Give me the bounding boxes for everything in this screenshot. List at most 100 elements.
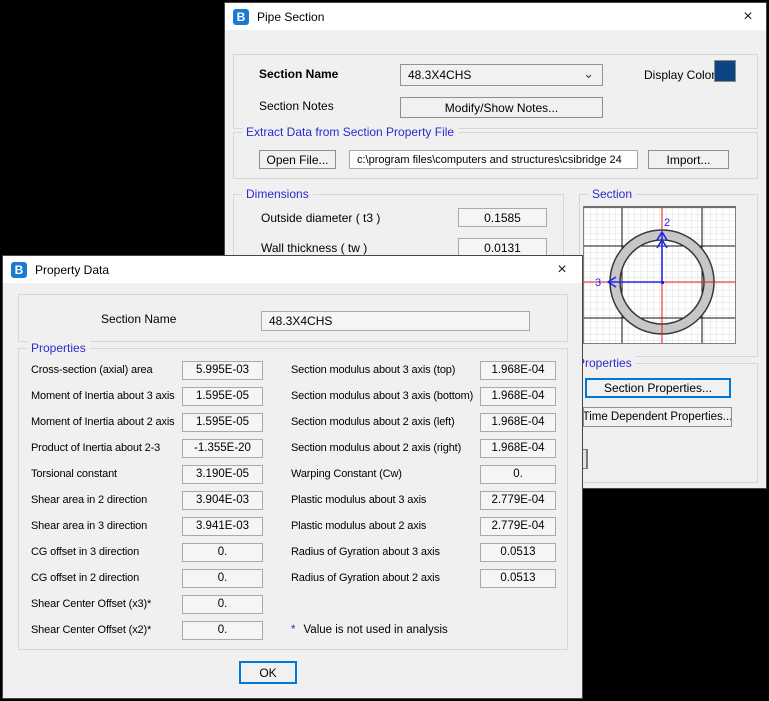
section-name-dropdown[interactable]: 48.3X4CHS ⌄: [400, 64, 603, 86]
property-label: Plastic modulus about 3 axis: [291, 494, 480, 506]
property-value-field[interactable]: 2.779E-04: [480, 517, 556, 536]
property-data-dialog: B Property Data × Section Name 48.3X4CHS…: [2, 255, 583, 699]
property-label: Moment of Inertia about 3 axis: [31, 390, 182, 402]
property-row: Product of Inertia about 2-3-1.355E-20: [31, 435, 263, 461]
outside-diameter-field[interactable]: 0.1585: [458, 208, 547, 227]
property-label: Radius of Gyration about 3 axis: [291, 546, 480, 558]
footnote: * Value is not used in analysis: [291, 624, 448, 636]
property-label: Section modulus about 2 axis (left): [291, 416, 480, 428]
property-value-field[interactable]: 0.: [182, 569, 263, 588]
property-value-field[interactable]: 1.968E-04: [480, 361, 556, 380]
close-icon[interactable]: ×: [546, 256, 578, 283]
property-value-field[interactable]: 1.595E-05: [182, 387, 263, 406]
property-label: Shear area in 2 direction: [31, 494, 182, 506]
extract-data-group-title: Extract Data from Section Property File: [242, 125, 458, 140]
footnote-text: Value is not used in analysis: [303, 624, 447, 636]
property-label: Cross-section (axial) area: [31, 364, 182, 376]
section-name-value: 48.3X4CHS: [408, 68, 471, 82]
property-value-field[interactable]: 1.968E-04: [480, 439, 556, 458]
close-icon[interactable]: ×: [732, 3, 764, 30]
property-row: Moment of Inertia about 3 axis1.595E-05: [31, 383, 263, 409]
property-label: Section modulus about 3 axis (top): [291, 364, 480, 376]
property-row: Moment of Inertia about 2 axis1.595E-05: [31, 409, 263, 435]
property-value-field[interactable]: 1.595E-05: [182, 413, 263, 432]
section-group-title: Section: [588, 187, 636, 202]
property-row: Shear area in 2 direction3.904E-03: [31, 487, 263, 513]
time-dependent-properties-button[interactable]: Time Dependent Properties...: [583, 407, 732, 427]
property-value-field[interactable]: 0.0513: [480, 543, 556, 562]
file-path-field[interactable]: c:\program files\computers and structure…: [349, 150, 638, 169]
pipe-section-title: Pipe Section: [257, 10, 324, 24]
property-data-titlebar[interactable]: B Property Data: [3, 256, 582, 283]
axis-3-label: 3: [595, 277, 601, 289]
chevron-down-icon: ⌄: [583, 66, 594, 82]
property-row: CG offset in 2 direction0.: [31, 565, 263, 591]
properties-right-column: Section modulus about 3 axis (top)1.968E…: [291, 357, 556, 591]
property-label: Shear Center Offset (x3)*: [31, 598, 182, 610]
property-label: Shear Center Offset (x2)*: [31, 624, 182, 636]
property-row: Plastic modulus about 2 axis2.779E-04: [291, 513, 556, 539]
section-name-label: Section Name: [259, 67, 338, 81]
dimensions-group-title: Dimensions: [242, 187, 313, 202]
property-label: Section modulus about 3 axis (bottom): [291, 390, 480, 402]
property-label: Shear area in 3 direction: [31, 520, 182, 532]
property-row: Section modulus about 2 axis (right)1.96…: [291, 435, 556, 461]
pipe-section-drawing: 2 3: [583, 206, 736, 344]
pipe-section-svg: 2 3: [584, 208, 735, 343]
property-row: Section modulus about 3 axis (top)1.968E…: [291, 357, 556, 383]
property-value-field[interactable]: -1.355E-20: [182, 439, 263, 458]
import-button[interactable]: Import...: [648, 150, 729, 169]
csibridge-logo-icon: B: [233, 9, 249, 25]
wall-thickness-label: Wall thickness ( tw ): [261, 241, 367, 255]
property-row: CG offset in 3 direction0.: [31, 539, 263, 565]
section-name-label: Section Name: [101, 312, 176, 326]
property-row: Section modulus about 3 axis (bottom)1.9…: [291, 383, 556, 409]
property-row: Torsional constant3.190E-05: [31, 461, 263, 487]
section-name-field[interactable]: 48.3X4CHS: [261, 311, 530, 331]
section-properties-button[interactable]: Section Properties...: [585, 378, 731, 398]
property-label: Radius of Gyration about 2 axis: [291, 572, 480, 584]
property-value-field[interactable]: 1.968E-04: [480, 413, 556, 432]
property-value-field[interactable]: 0.: [182, 595, 263, 614]
property-row: Shear area in 3 direction3.941E-03: [31, 513, 263, 539]
ok-button[interactable]: OK: [239, 661, 297, 684]
section-notes-label: Section Notes: [259, 99, 334, 113]
properties-box-title: Properties: [27, 341, 90, 356]
open-file-button[interactable]: Open File...: [259, 150, 336, 169]
property-row: Shear Center Offset (x3)*0.: [31, 591, 263, 617]
property-label: CG offset in 2 direction: [31, 572, 182, 584]
property-label: Warping Constant (Cw): [291, 468, 480, 480]
outside-diameter-label: Outside diameter ( t3 ): [261, 211, 380, 225]
property-value-field[interactable]: 0.: [182, 621, 263, 640]
pipe-section-titlebar[interactable]: B Pipe Section: [225, 3, 766, 30]
footnote-asterisk: *: [291, 624, 295, 636]
property-row: Cross-section (axial) area5.995E-03: [31, 357, 263, 383]
property-value-field[interactable]: 1.968E-04: [480, 387, 556, 406]
property-value-field[interactable]: 2.779E-04: [480, 491, 556, 510]
property-value-field[interactable]: 5.995E-03: [182, 361, 263, 380]
property-value-field[interactable]: 0.0513: [480, 569, 556, 588]
display-color-swatch[interactable]: [714, 60, 736, 82]
csibridge-logo-icon: B: [11, 262, 27, 278]
property-row: Radius of Gyration about 2 axis0.0513: [291, 565, 556, 591]
property-data-title: Property Data: [35, 263, 109, 277]
property-row: Warping Constant (Cw)0.: [291, 461, 556, 487]
modify-show-notes-button[interactable]: Modify/Show Notes...: [400, 97, 603, 118]
property-value-field[interactable]: 0.: [480, 465, 556, 484]
display-color-label: Display Color: [644, 68, 715, 82]
properties-left-column: Cross-section (axial) area5.995E-03Momen…: [31, 357, 263, 643]
property-value-field[interactable]: 3.190E-05: [182, 465, 263, 484]
property-label: Product of Inertia about 2-3: [31, 442, 182, 454]
property-row: Shear Center Offset (x2)*0.: [31, 617, 263, 643]
property-value-field[interactable]: 3.904E-03: [182, 491, 263, 510]
property-label: Torsional constant: [31, 468, 182, 480]
property-label: Moment of Inertia about 2 axis: [31, 416, 182, 428]
property-row: Section modulus about 2 axis (left)1.968…: [291, 409, 556, 435]
property-row: Plastic modulus about 3 axis2.779E-04: [291, 487, 556, 513]
property-label: Plastic modulus about 2 axis: [291, 520, 480, 532]
axis-2-label: 2: [664, 217, 670, 229]
property-value-field[interactable]: 0.: [182, 543, 263, 562]
desktop-background: B Pipe Section × Section Name 48.3X4CHS …: [0, 0, 769, 701]
property-row: Radius of Gyration about 3 axis0.0513: [291, 539, 556, 565]
property-value-field[interactable]: 3.941E-03: [182, 517, 263, 536]
